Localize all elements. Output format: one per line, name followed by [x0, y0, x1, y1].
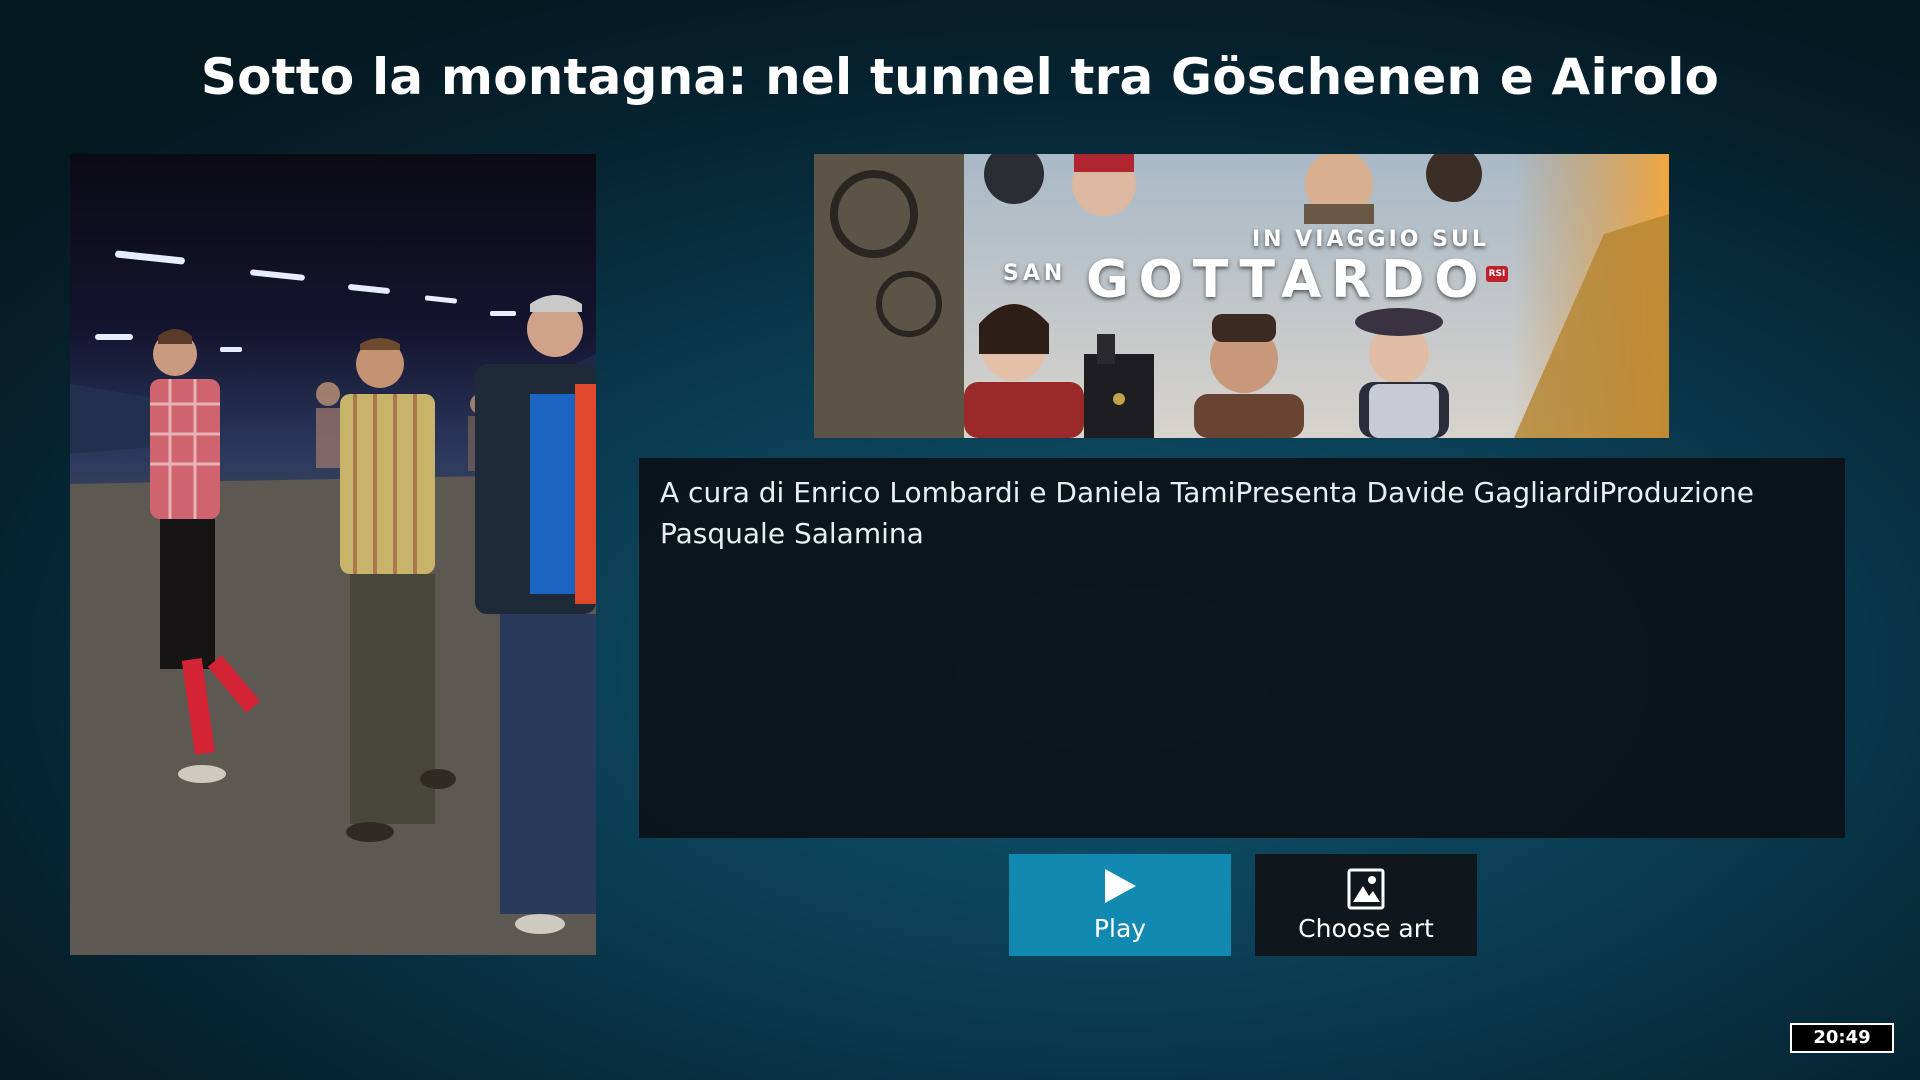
choose-art-button[interactable]: Choose art	[1255, 854, 1477, 956]
choose-art-button-label: Choose art	[1298, 914, 1434, 943]
plot-panel: A cura di Enrico Lombardi e Daniela Tami…	[639, 458, 1845, 838]
rsi-badge: RSI	[1486, 266, 1508, 282]
play-button-label: Play	[1093, 914, 1147, 943]
page-title: Sotto la montagna: nel tunnel tra Gösche…	[200, 48, 1720, 106]
plot-text: A cura di Enrico Lombardi e Daniela Tami…	[660, 476, 1754, 550]
poster-image	[70, 154, 596, 955]
fanart-banner: IN VIAGGIO SUL SAN GOTTARDO RSI	[814, 154, 1669, 438]
fanart-prefix: SAN	[1003, 261, 1067, 286]
play-button[interactable]: Play	[1009, 854, 1231, 956]
fanart-subtitle: IN VIAGGIO SUL	[1252, 227, 1489, 252]
play-icon	[1103, 868, 1137, 908]
image-icon	[1347, 868, 1385, 914]
fanart-title: GOTTARDO	[1086, 250, 1489, 310]
clock: 20:49	[1790, 1023, 1894, 1053]
